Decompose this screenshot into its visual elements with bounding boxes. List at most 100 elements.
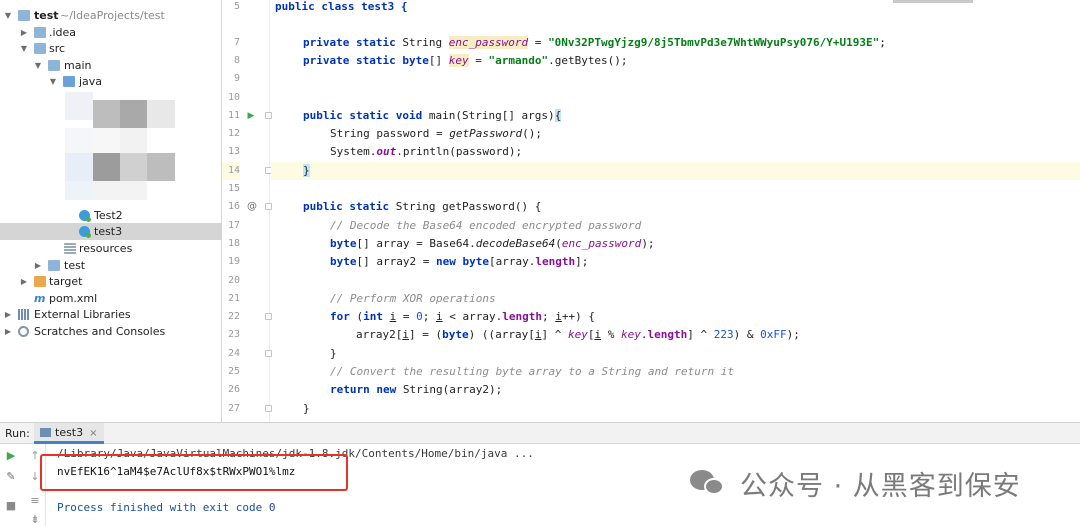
- soft-wrap-icon[interactable]: ≡: [27, 493, 43, 509]
- code-line: }: [303, 402, 310, 415]
- expand-arrow-icon[interactable]: ▶: [3, 306, 13, 323]
- run-config-icon: [40, 428, 51, 437]
- tree-item-test3[interactable]: test3: [0, 223, 221, 240]
- expand-arrow-icon[interactable]: ▼: [48, 73, 58, 90]
- code-line: String password = getPassword();: [330, 127, 542, 140]
- tree-item-label: pom.xml: [49, 292, 98, 305]
- run-tool-window-header: Run: test3 ×: [0, 422, 1080, 444]
- line-number: 15: [227, 183, 240, 194]
- tree-item-resources[interactable]: resources: [0, 240, 221, 257]
- rerun-icon[interactable]: ▶: [3, 448, 19, 464]
- tree-item-external-libraries[interactable]: ▶ External Libraries: [0, 306, 221, 323]
- line-number: 27: [227, 403, 240, 414]
- line-number: 12: [227, 128, 240, 139]
- line-number: 7: [233, 37, 240, 48]
- run-tab-label: test3: [55, 426, 84, 439]
- tree-item-label: .idea: [49, 26, 77, 39]
- editor-gutter: 5 7 8 9 10 11 ▶ 12 13 14 15 16 @ 17 18 1…: [222, 0, 272, 422]
- line-number: 25: [227, 366, 240, 377]
- watermark-text: 公众号 · 从黑客到保安: [740, 470, 1021, 502]
- tree-item-java[interactable]: ▼ java: [0, 73, 221, 90]
- line-number: 23: [227, 329, 240, 340]
- tree-item-test[interactable]: ▶ test: [0, 257, 221, 274]
- watermark: 公众号 · 从黑客到保安: [690, 465, 1021, 502]
- line-number: 8: [233, 55, 240, 66]
- tree-item-scratches[interactable]: ▶ Scratches and Consoles: [0, 323, 221, 340]
- folder-icon: [48, 260, 60, 271]
- code-line: array2[i] = (byte) ((array[i] ^ key[i % …: [356, 328, 800, 341]
- code-line: public static void main(String[] args){: [303, 109, 562, 122]
- stop-icon[interactable]: ■: [3, 498, 19, 514]
- console-exit-message: Process finished with exit code 0: [57, 501, 276, 514]
- line-number: 26: [227, 384, 240, 395]
- expand-arrow-icon[interactable]: ▼: [33, 57, 43, 74]
- code-line: // Perform XOR operations: [330, 292, 496, 305]
- tree-item-label: src: [49, 42, 66, 55]
- tree-item-label: main: [64, 59, 92, 72]
- code-line: byte[] array2 = new byte[array.length];: [330, 255, 589, 268]
- line-number: 13: [227, 146, 240, 157]
- code-line: // Decode the Base64 encoded encrypted p…: [330, 219, 642, 232]
- code-line: private static byte[] key = "armando".ge…: [303, 54, 628, 67]
- line-number: 5: [233, 1, 240, 12]
- target-folder-icon: [34, 276, 46, 287]
- folder-icon: [48, 60, 60, 71]
- project-tool-window: ▼ test ~/IdeaProjects/test ▶ .idea ▼ src…: [0, 0, 222, 422]
- line-number: 16: [227, 201, 240, 212]
- line-number: 21: [227, 293, 240, 304]
- tree-item-label: Test2: [94, 209, 123, 222]
- tree-item-project-root[interactable]: ▼ test ~/IdeaProjects/test: [0, 7, 221, 24]
- tree-item-main[interactable]: ▼ main: [0, 57, 221, 74]
- line-number: 22: [227, 311, 240, 322]
- code-line: // Convert the resulting byte array to a…: [330, 365, 734, 378]
- line-number: 19: [227, 256, 240, 267]
- tree-item-pom[interactable]: m pom.xml: [0, 290, 221, 307]
- line-number: 24: [227, 348, 240, 359]
- line-number: 14: [222, 162, 240, 180]
- line-number: 17: [227, 220, 240, 231]
- scratches-icon: [18, 326, 29, 337]
- code-line: System.out.println(password);: [330, 145, 523, 158]
- line-number: 11: [227, 110, 240, 121]
- tree-item-target[interactable]: ▶ target: [0, 273, 221, 290]
- folder-icon: [34, 27, 46, 38]
- expand-arrow-icon[interactable]: ▶: [33, 257, 43, 274]
- code-line: for (int i = 0; i < array.length; i++) {: [330, 310, 595, 323]
- wrench-icon[interactable]: ✎: [3, 469, 19, 485]
- source-folder-icon: [63, 76, 75, 87]
- tree-item-test2[interactable]: Test2: [0, 207, 221, 224]
- annotation-icon[interactable]: @: [247, 198, 257, 216]
- expand-arrow-icon[interactable]: ▼: [19, 40, 29, 57]
- code-line-current: }: [271, 162, 1080, 180]
- redacted-pixelated-area: [65, 92, 215, 200]
- expand-arrow-icon[interactable]: ▼: [3, 7, 13, 24]
- tree-item-label: Scratches and Consoles: [34, 325, 166, 338]
- line-number: 18: [227, 238, 240, 249]
- run-tab-test3[interactable]: test3 ×: [34, 423, 104, 444]
- line-number: 10: [227, 92, 240, 103]
- project-path: ~/IdeaProjects/test: [60, 9, 165, 22]
- code-line: }: [330, 347, 337, 360]
- tree-item-src[interactable]: ▼ src: [0, 40, 221, 57]
- expand-arrow-icon[interactable]: ▶: [3, 323, 13, 340]
- tree-item-idea[interactable]: ▶ .idea: [0, 24, 221, 41]
- run-main-icon[interactable]: ▶: [247, 107, 255, 125]
- resources-folder-icon: [64, 243, 76, 254]
- code-line: return new String(array2);: [330, 383, 503, 396]
- scroll-to-end-icon[interactable]: ⇟: [27, 512, 43, 526]
- code-line: byte[] array = Base64.decodeBase64(enc_p…: [330, 237, 655, 250]
- java-class-icon: [79, 210, 91, 222]
- code-line: public class test3 {: [275, 0, 408, 13]
- code-editor[interactable]: public class test3 { private static Stri…: [271, 0, 1080, 422]
- run-label: Run:: [5, 427, 30, 440]
- tree-item-label: test3: [94, 225, 123, 238]
- tree-item-label: target: [49, 275, 83, 288]
- maven-icon: m: [34, 292, 46, 305]
- expand-arrow-icon[interactable]: ▶: [19, 273, 29, 290]
- tree-item-label: External Libraries: [34, 308, 131, 321]
- expand-arrow-icon[interactable]: ▶: [19, 24, 29, 41]
- java-class-icon: [79, 226, 91, 238]
- close-icon[interactable]: ×: [89, 428, 97, 439]
- code-line: public static String getPassword() {: [303, 200, 542, 213]
- line-number: 20: [227, 275, 240, 286]
